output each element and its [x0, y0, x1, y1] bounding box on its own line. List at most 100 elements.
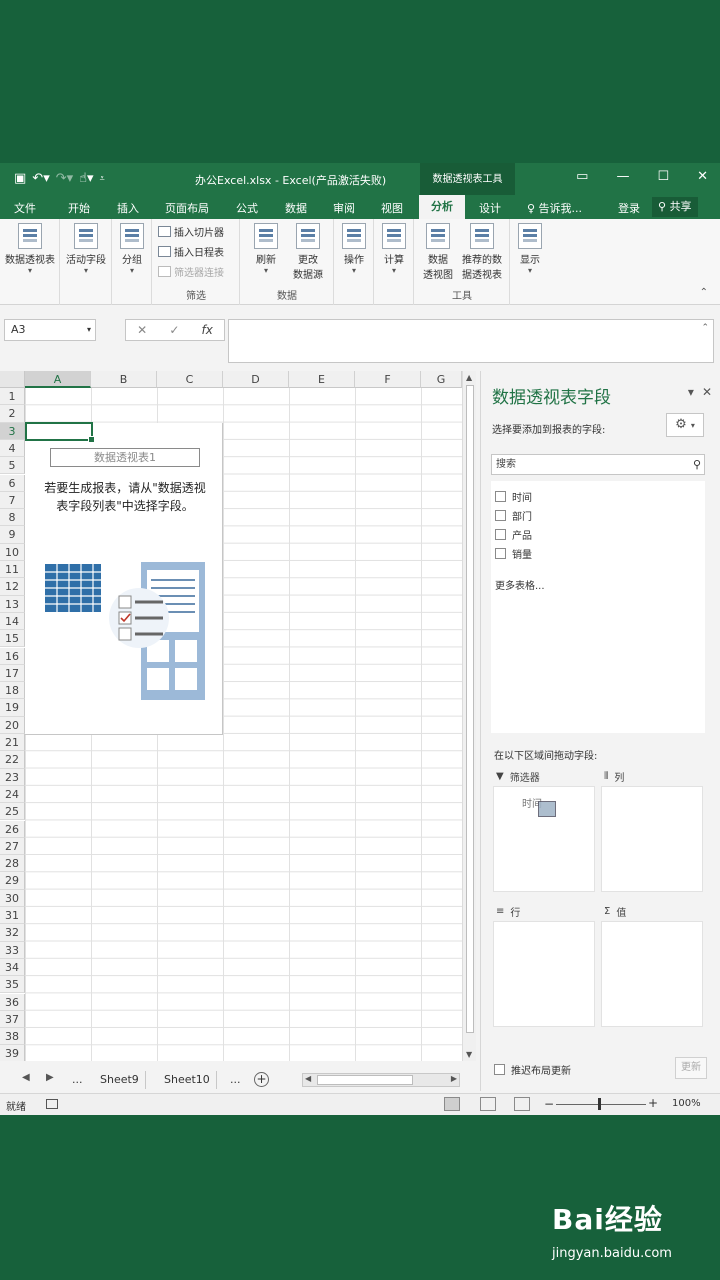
defer-layout-update[interactable]: 推迟布局更新 — [494, 1062, 571, 1077]
field-checkbox[interactable] — [495, 491, 506, 502]
select-all-corner[interactable] — [0, 371, 25, 388]
tab-view[interactable]: 视图 — [381, 200, 403, 216]
row-header[interactable]: 26 — [0, 820, 25, 838]
row-header[interactable]: 19 — [0, 699, 25, 717]
row-header[interactable]: 20 — [0, 716, 25, 734]
tab-file[interactable]: 文件 — [14, 200, 36, 216]
row-header[interactable]: 34 — [0, 958, 25, 977]
row-header[interactable]: 16 — [0, 647, 25, 665]
row-header[interactable]: 6 — [0, 474, 25, 492]
column-header[interactable]: C — [157, 371, 223, 388]
filters-area[interactable]: ▼ 筛选器 时间 — [493, 769, 595, 895]
field-checkbox[interactable] — [495, 548, 506, 559]
update-button[interactable]: 更新 — [675, 1057, 707, 1079]
insert-timeline-button[interactable]: 插入日程表 — [158, 244, 224, 259]
columns-drop-zone[interactable] — [601, 786, 703, 892]
row-header[interactable]: 23 — [0, 768, 25, 786]
row-header[interactable]: 22 — [0, 751, 25, 769]
columns-area[interactable]: ⦀ 列 — [601, 769, 703, 895]
scroll-right-icon[interactable]: ▶ — [451, 1074, 457, 1083]
page-break-view-icon[interactable] — [514, 1097, 530, 1111]
rows-area[interactable]: ≡ 行 — [493, 904, 595, 1030]
recommended-pivottables-button[interactable]: 推荐的数 据透视表 — [456, 223, 508, 281]
column-header[interactable]: F — [355, 371, 421, 388]
row-header[interactable]: 28 — [0, 855, 25, 873]
field-checkbox[interactable] — [495, 529, 506, 540]
row-header[interactable]: 27 — [0, 837, 25, 856]
row-header[interactable]: 30 — [0, 889, 25, 907]
values-drop-zone[interactable] — [601, 921, 703, 1027]
active-field-button[interactable]: 活动字段 ▾ — [62, 223, 110, 275]
cancel-icon[interactable]: ✕ — [137, 323, 147, 337]
row-header[interactable]: 10 — [0, 543, 25, 561]
normal-view-icon[interactable] — [444, 1097, 460, 1111]
row-header[interactable]: 33 — [0, 941, 25, 959]
row-header[interactable]: 15 — [0, 630, 25, 648]
row-header[interactable]: 17 — [0, 664, 25, 683]
row-header[interactable]: 25 — [0, 803, 25, 821]
sheet-tabs-ellipsis-left[interactable]: ... — [66, 1071, 89, 1089]
row-header[interactable]: 7 — [0, 491, 25, 510]
tab-insert[interactable]: 插入 — [117, 200, 139, 216]
column-header[interactable]: B — [91, 371, 157, 388]
enter-icon[interactable]: ✓ — [169, 323, 179, 337]
zoom-in-icon[interactable]: + — [648, 1096, 658, 1110]
redo-icon[interactable]: ↷▾ — [56, 171, 73, 186]
active-cell-a3[interactable] — [25, 422, 95, 443]
filters-drop-zone[interactable]: 时间 — [493, 786, 595, 892]
row-header[interactable]: 31 — [0, 907, 25, 925]
page-layout-view-icon[interactable] — [480, 1097, 496, 1111]
undo-icon[interactable]: ↶▾ — [32, 171, 49, 186]
row-header[interactable]: 11 — [0, 561, 25, 579]
close-icon[interactable]: ✕ — [697, 169, 708, 184]
tab-home[interactable]: 开始 — [68, 200, 90, 216]
column-header[interactable]: E — [289, 371, 355, 388]
group-button[interactable]: 分组 ▾ — [116, 223, 148, 275]
scroll-down-icon[interactable]: ▼ — [466, 1050, 472, 1059]
share-button[interactable]: ⚲ 共享 — [652, 197, 698, 217]
field-checkbox[interactable] — [495, 510, 506, 521]
scroll-left-icon[interactable]: ◀ — [305, 1074, 311, 1083]
row-header[interactable]: 4 — [0, 439, 25, 458]
row-header[interactable]: 1 — [0, 388, 25, 406]
customize-qat-icon[interactable]: ⩡ — [100, 174, 105, 184]
zoom-slider[interactable] — [556, 1104, 646, 1105]
row-header[interactable]: 36 — [0, 993, 25, 1011]
maximize-icon[interactable]: ☐ — [657, 169, 669, 184]
tab-page-layout[interactable]: 页面布局 — [165, 200, 209, 216]
save-icon[interactable]: ▣ — [14, 171, 26, 186]
row-header[interactable]: 29 — [0, 872, 25, 890]
rows-drop-zone[interactable] — [493, 921, 595, 1027]
worksheet-grid[interactable]: ABCDEFG 1 2 3 4 5 6 7 8 9 10 11 12 13 14 15 16 17 18 19 20 2… — [0, 371, 462, 1061]
next-sheet-icon[interactable]: ▶ — [46, 1072, 54, 1083]
pane-close-icon[interactable]: ✕ — [702, 385, 712, 399]
pivot-table-button[interactable]: 数据透视表 ▾ — [2, 223, 58, 275]
scroll-up-icon[interactable]: ▲ — [466, 373, 472, 382]
field-item-product[interactable]: 产品 — [495, 527, 532, 542]
tab-formulas[interactable]: 公式 — [236, 200, 258, 216]
horizontal-scrollbar[interactable]: ◀ ▶ — [302, 1073, 460, 1087]
refresh-button[interactable]: 刷新 ▾ — [248, 223, 284, 275]
row-header[interactable]: 13 — [0, 595, 25, 613]
row-header[interactable]: 12 — [0, 578, 25, 596]
pivot-table-placeholder[interactable]: 数据透视表1 若要生成报表，请从"数据透视 表字段列表"中选择字段。 — [25, 423, 223, 735]
row-header[interactable]: 24 — [0, 785, 25, 804]
ribbon-display-options-icon[interactable]: ▭ — [576, 169, 588, 184]
column-header[interactable]: G — [421, 371, 462, 388]
tab-design[interactable]: 设计 — [479, 200, 501, 216]
row-header[interactable]: 9 — [0, 526, 25, 544]
zoom-out-icon[interactable]: − — [544, 1097, 554, 1111]
row-header[interactable]: 5 — [0, 457, 25, 475]
field-item-time[interactable]: 时间 — [495, 489, 532, 504]
row-header[interactable]: 21 — [0, 734, 25, 752]
field-layout-gear-button[interactable]: ⚙ ▾ — [666, 413, 704, 437]
touch-mode-icon[interactable]: ☝▾ — [79, 171, 93, 186]
sheet-tab-sheet10[interactable]: Sheet10 — [158, 1071, 217, 1089]
column-header[interactable]: D — [223, 371, 289, 388]
tell-me-box[interactable]: ♀ 告诉我... — [527, 200, 582, 216]
pane-options-icon[interactable]: ▾ — [688, 385, 694, 399]
field-item-department[interactable]: 部门 — [495, 508, 532, 523]
defer-update-checkbox[interactable] — [494, 1064, 505, 1075]
insert-function-icon[interactable]: fx — [202, 323, 213, 337]
tab-analyze[interactable]: 分析 — [419, 195, 465, 219]
